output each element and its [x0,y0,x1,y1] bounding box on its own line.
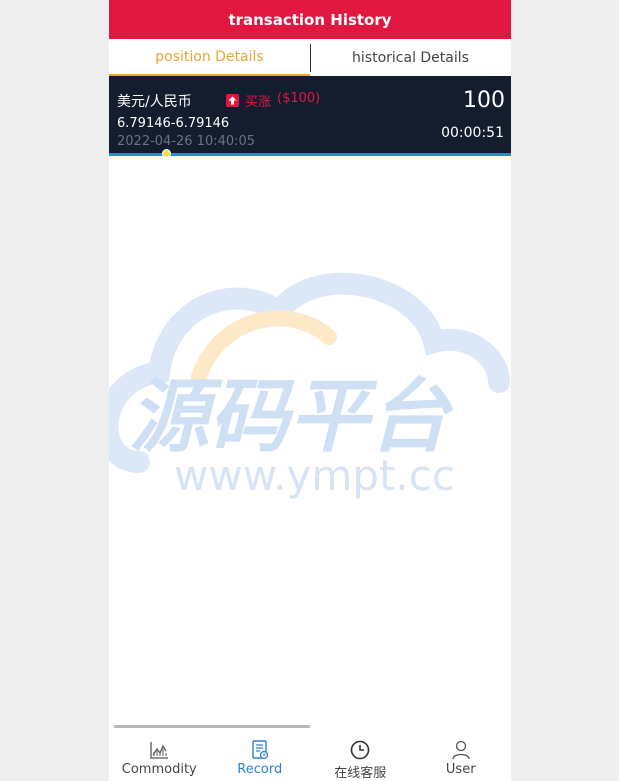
watermark-url-text: www.ympt.cc [174,451,455,500]
watermark-cn-text: 源码平台 [129,370,454,463]
position-card[interactable]: 美元/人民币 买涨 ($100) 6.79146-6.79146 2022-04… [109,76,511,156]
tab-position-details[interactable]: position Details [109,39,310,76]
clock-icon [350,740,370,760]
open-time: 2022-04-26 10:40:05 [117,134,256,149]
page-header: transaction History [109,0,511,39]
currency-pair: 美元/人民币 [117,94,192,110]
arrow-up-icon [226,94,239,107]
tab-label: position Details [155,48,264,65]
nav-record[interactable]: Record [210,735,311,781]
chart-icon [150,742,169,759]
record-icon [252,740,268,760]
page-title: transaction History [228,10,392,29]
watermark-logo: 源码平台 www.ympt.cc [109,272,510,500]
order-amount: ($100) [277,91,321,106]
direction-label: 买涨 [245,95,272,110]
nav-label: 在线客服 [334,766,387,781]
tab-label: historical Details [352,49,469,66]
nav-label: Record [237,762,283,777]
bottom-nav: Commodity Record 在线客服 User [109,735,511,781]
scroll-indicator [114,725,310,728]
app-screen: transaction History position Details his… [109,0,511,781]
nav-user[interactable]: User [411,735,512,781]
nav-label: Commodity [121,762,197,777]
nav-label: User [445,762,476,777]
tab-divider [310,44,311,72]
nav-customer-service[interactable]: 在线客服 [310,735,411,781]
nav-commodity[interactable]: Commodity [109,735,210,781]
user-icon [452,740,470,760]
watermark-cloud-inner [191,310,337,385]
position-quantity: 100 [463,88,505,113]
tab-historical-details[interactable]: historical Details [310,39,511,76]
price-range: 6.79146-6.79146 [117,116,230,131]
progress-dot [162,149,171,158]
countdown-timer: 00:00:51 [441,125,504,141]
